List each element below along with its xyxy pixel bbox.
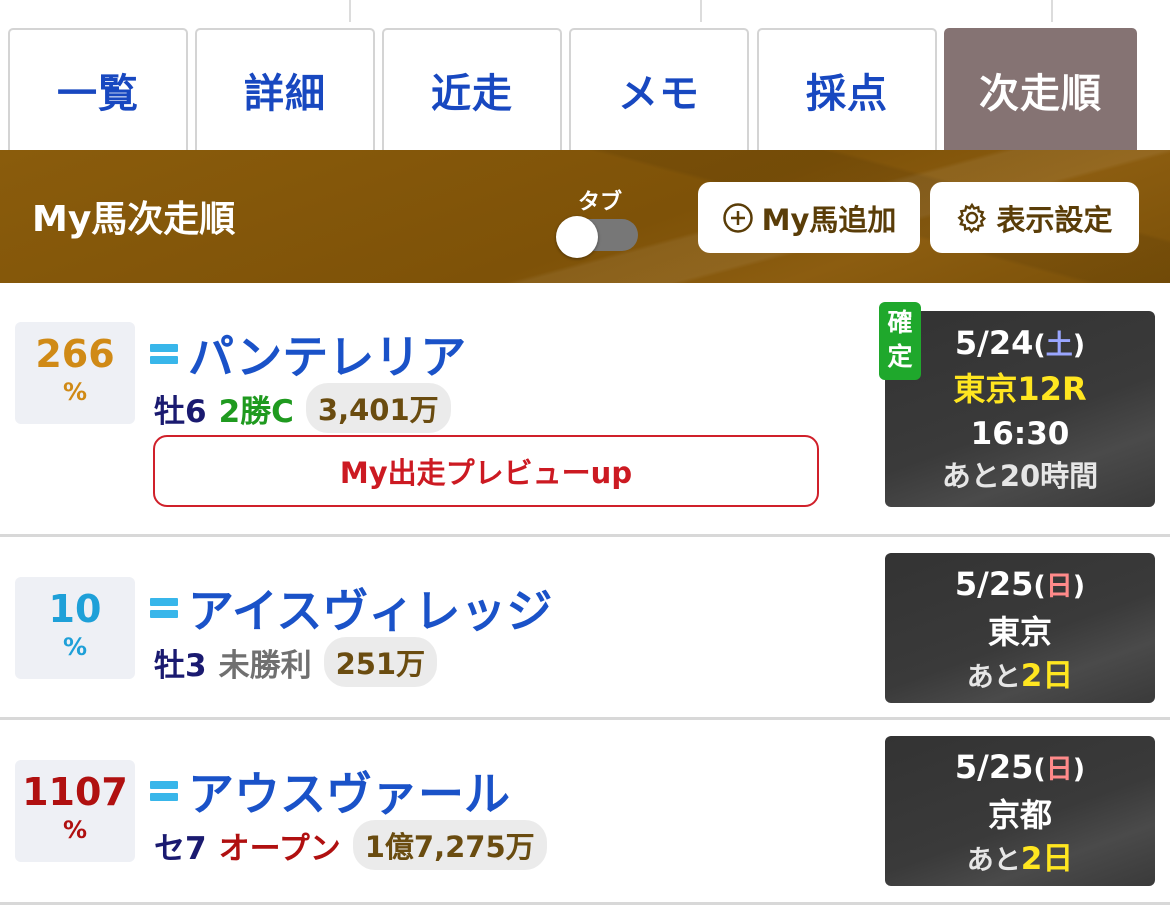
next-race-box[interactable]: 5/25(日) 京都 あと2日 <box>885 736 1155 886</box>
race-date: 5/25 <box>954 565 1034 603</box>
tab-detail[interactable]: 詳細 <box>195 28 375 150</box>
race-day-of-week: 日 <box>1045 754 1073 785</box>
prize-money: 251万 <box>323 637 438 687</box>
race-day-of-week: 日 <box>1045 571 1073 602</box>
percentage-unit: % <box>62 816 88 844</box>
tab-list[interactable]: 一覧 <box>8 28 188 150</box>
race-remaining: あと20時間 <box>941 459 1099 493</box>
confirmed-badge: 確定 <box>879 302 921 380</box>
percentage-unit: % <box>62 378 88 406</box>
sex-age: セ7 <box>154 830 207 867</box>
sex-age: 牡3 <box>154 647 207 684</box>
sex-age: 牡6 <box>154 393 207 430</box>
top-strip <box>0 0 1170 22</box>
race-date-line: 5/25(日) <box>954 748 1086 786</box>
gear-icon <box>957 202 987 233</box>
horse-name-link[interactable]: アウスヴァール <box>150 758 510 824</box>
horse-row[interactable]: 266 % パンテレリア 牡6 2勝C 3,401万 My出走プレビューup 5… <box>0 283 1170 537</box>
equal-mark-icon <box>150 779 178 803</box>
top-divider <box>700 0 702 22</box>
percentage-unit: % <box>62 633 88 661</box>
horse-name: アイスヴィレッジ <box>188 584 553 638</box>
equal-mark-icon <box>150 342 178 366</box>
horse-row[interactable]: 10 % アイスヴィレッジ 牡3 未勝利 251万 5/25(日) 東京 あと2… <box>0 537 1170 720</box>
race-class: オープン <box>218 830 341 867</box>
my-race-preview-button[interactable]: My出走プレビューup <box>153 435 819 507</box>
race-date: 5/25 <box>954 748 1034 786</box>
toggle-label: タブ <box>578 190 623 215</box>
race-venue: 東京 <box>987 613 1052 651</box>
top-divider <box>349 0 351 22</box>
percentage-value: 1107 <box>22 770 128 814</box>
horse-name: アウスヴァール <box>188 767 510 821</box>
section-header: My馬次走順 タブ My馬追加 表示設定 <box>0 150 1170 283</box>
tab-memo[interactable]: メモ <box>569 28 749 150</box>
prize-money: 1億7,275万 <box>352 820 547 870</box>
plus-circle-icon <box>722 202 753 233</box>
horse-name-link[interactable]: パンテレリア <box>150 321 466 387</box>
tab-toggle-switch[interactable] <box>556 216 638 258</box>
race-date-line: 5/25(日) <box>954 565 1086 603</box>
horse-name: パンテレリア <box>188 330 467 384</box>
equal-mark-icon <box>150 596 178 620</box>
percentage-box: 1107 % <box>15 760 135 862</box>
tab-score[interactable]: 採点 <box>757 28 937 150</box>
race-venue: 京都 <box>987 796 1052 834</box>
race-time: 16:30 <box>970 416 1070 452</box>
percentage-value: 10 <box>48 587 102 631</box>
race-venue: 東京12R <box>953 370 1087 408</box>
add-my-horse-button[interactable]: My馬追加 <box>698 182 920 253</box>
horse-info: 牡6 2勝C 3,401万 <box>154 383 451 433</box>
race-day-of-week: 土 <box>1045 330 1073 361</box>
horse-info: セ7 オープン 1億7,275万 <box>154 820 547 870</box>
toggle-knob <box>556 216 598 258</box>
display-settings-button[interactable]: 表示設定 <box>930 182 1139 253</box>
percentage-box: 266 % <box>15 322 135 424</box>
horse-info: 牡3 未勝利 251万 <box>154 637 438 687</box>
race-remaining: あと2日 <box>966 658 1074 694</box>
tab-next-race-order[interactable]: 次走順 <box>944 28 1137 150</box>
tab-bar: 一覧 詳細 近走 メモ 採点 次走順 <box>0 22 1170 150</box>
race-class: 2勝C <box>218 393 294 430</box>
prize-money: 3,401万 <box>305 383 451 433</box>
display-settings-label: 表示設定 <box>996 202 1113 237</box>
race-class: 未勝利 <box>218 647 312 684</box>
race-date: 5/24 <box>954 324 1034 362</box>
tab-recent[interactable]: 近走 <box>382 28 562 150</box>
race-date-line: 5/24(土) <box>954 324 1086 362</box>
horse-row[interactable]: 1107 % アウスヴァール セ7 オープン 1億7,275万 5/25(日) … <box>0 720 1170 905</box>
add-my-horse-label: My馬追加 <box>761 202 897 237</box>
top-divider <box>1051 0 1053 22</box>
race-remaining: あと2日 <box>966 841 1074 877</box>
horse-name-link[interactable]: アイスヴィレッジ <box>150 575 552 641</box>
page-title: My馬次走順 <box>32 199 236 240</box>
next-race-box[interactable]: 5/25(日) 東京 あと2日 <box>885 553 1155 703</box>
next-race-box[interactable]: 5/24(土) 東京12R 16:30 あと20時間 <box>885 311 1155 507</box>
percentage-box: 10 % <box>15 577 135 679</box>
percentage-value: 266 <box>35 332 115 376</box>
